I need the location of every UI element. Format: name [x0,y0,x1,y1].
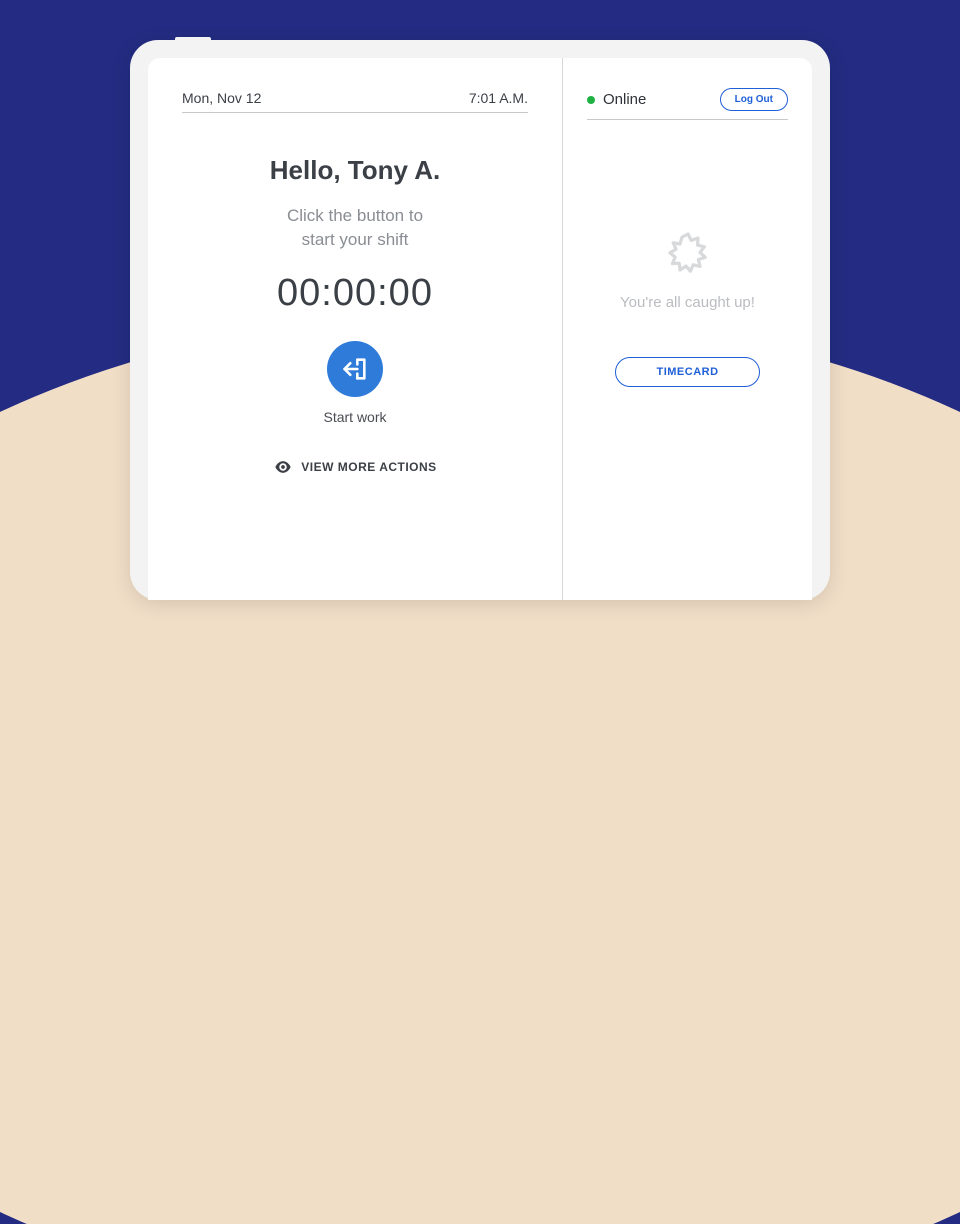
caught-up-text: You're all caught up! [620,294,755,311]
sun-icon [664,230,712,278]
tablet-notch [175,37,211,41]
timecard-button[interactable]: TIMECARD [615,357,759,387]
online-status-text: Online [603,91,646,108]
start-work-container [182,341,528,397]
app-screen: Mon, Nov 12 7:01 A.M. Hello, Tony A. Cli… [148,58,812,600]
eye-icon [273,457,293,477]
main-pane: Mon, Nov 12 7:01 A.M. Hello, Tony A. Cli… [148,58,562,600]
online-indicator-dot [587,96,595,104]
datetime-header: Mon, Nov 12 7:01 A.M. [182,90,528,113]
view-more-actions-label: VIEW MORE ACTIONS [301,460,436,474]
status-bar: Online Log Out [587,88,788,120]
time-label: 7:01 A.M. [469,90,528,106]
login-arrow-icon [341,355,369,383]
side-pane: Online Log Out You're all caught up! TIM… [562,58,812,600]
date-label: Mon, Nov 12 [182,90,261,106]
shift-timer: 00:00:00 [182,272,528,315]
start-work-label: Start work [182,409,528,425]
instruction-text: Click the button to start your shift [182,204,528,252]
start-work-button[interactable] [327,341,383,397]
logout-button[interactable]: Log Out [720,88,788,111]
tablet-frame: Mon, Nov 12 7:01 A.M. Hello, Tony A. Cli… [130,40,830,600]
view-more-actions-link[interactable]: VIEW MORE ACTIONS [182,457,528,477]
greeting-text: Hello, Tony A. [182,155,528,186]
online-status: Online [587,91,646,108]
